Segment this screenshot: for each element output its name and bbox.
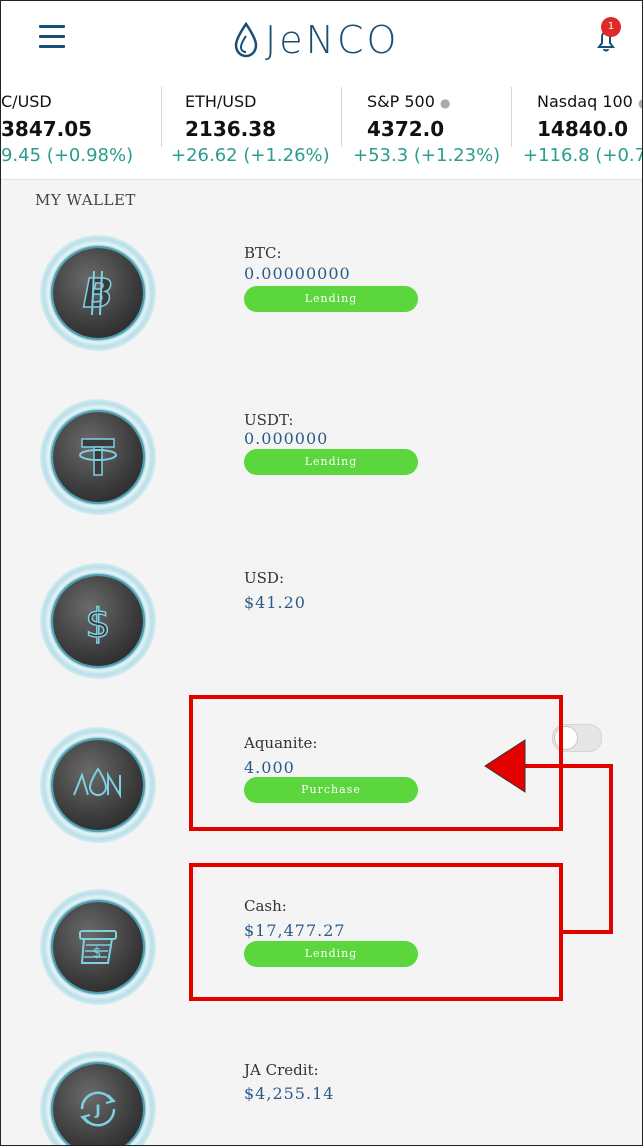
notification-badge: 1 [601,17,621,37]
ticker-divider [341,87,342,147]
cash-icon: $ [79,930,117,964]
market-status-dot-icon: ● [638,96,642,110]
ticker-symbol: Nasdaq 100 [537,92,633,111]
wallet-item-value: $41.20 [244,593,306,612]
ticker-symbol-row: Nasdaq 100 ● [523,89,642,115]
svg-text:$: $ [93,945,102,961]
aquanite-icon [73,767,121,799]
ticker-change: +26.62 (+1.26%) [171,145,330,166]
highlight-box-cash [189,863,563,1001]
water-drop-icon [234,22,258,58]
logo-wordmark: JeNCO [265,18,400,62]
wallet-item-label: BTC: [244,244,282,262]
app-frame: JeNCO 1 C/USD 3847.05 9.45 (+0.98%) ETH/… [0,0,643,1146]
wallet-item-value: 0.00000000 [244,264,351,283]
wallet-item-value: 0.000000 [244,429,329,448]
svg-text:B: B [83,271,114,317]
credit-exchange-icon: J [80,1091,116,1127]
ticker-divider [161,87,162,147]
annotation-connector [561,930,613,934]
aquanite-coin[interactable] [40,727,156,843]
wallet-item-label: USD: [244,569,284,587]
wallet-title: MY WALLET [35,191,136,209]
notification-bell-icon[interactable]: 1 [589,17,623,57]
cash-coin[interactable]: $ [40,889,156,1005]
ticker-change: +116.8 (+0.79 [523,145,642,166]
svg-text:$: $ [85,601,110,647]
svg-text:J: J [94,1103,100,1119]
ticker-price: 14840.0 [537,117,629,141]
usdt-lending-button[interactable]: Lending [244,449,418,475]
usdt-coin[interactable] [40,399,156,515]
brand-logo: JeNCO [233,15,399,65]
ticker-price: 2136.38 [185,117,277,141]
btc-coin[interactable]: B [40,235,156,351]
ticker-change: +53.3 (+1.23%) [353,145,501,166]
hamburger-menu-icon[interactable] [39,25,65,49]
dollar-icon: $ [85,600,112,648]
ticker-item-eth[interactable]: ETH/USD 2136.38 +26.62 (+1.26%) [171,89,331,173]
ticker-symbol: S&P 500 [367,92,435,111]
ticker-item-sp500[interactable]: S&P 500 ● 4372.0 +53.3 (+1.23%) [353,89,503,173]
ticker-price: 3847.05 [1,117,93,141]
btc-lending-button[interactable]: Lending [244,286,418,312]
ticker-change: 9.45 (+0.98%) [1,145,134,166]
ticker-price: 4372.0 [367,117,445,141]
ticker-divider [511,87,512,147]
wallet-item-label: USDT: [244,411,294,429]
ticker-item-btc[interactable]: C/USD 3847.05 9.45 (+0.98%) [1,89,151,173]
ja-credit-coin[interactable]: J [40,1051,156,1145]
ticker-item-nasdaq[interactable]: Nasdaq 100 ● 14840.0 +116.8 (+0.79 [523,89,642,173]
annotation-connector [521,764,613,768]
ticker-symbol-row: S&P 500 ● [353,89,503,115]
app-header: JeNCO 1 [1,1,642,81]
market-ticker[interactable]: C/USD 3847.05 9.45 (+0.98%) ETH/USD 2136… [1,81,642,180]
tether-icon [79,438,117,476]
wallet-item-value: $4,255.14 [244,1084,335,1103]
wallet-item-label: JA Credit: [244,1061,319,1079]
ticker-symbol: ETH/USD [185,92,257,111]
usd-coin[interactable]: $ [40,563,156,679]
market-status-dot-icon: ● [440,96,451,110]
annotation-connector [609,764,613,934]
bitcoin-icon: B [82,270,114,318]
annotation-arrow-icon [484,739,526,793]
ticker-symbol: C/USD [1,92,52,111]
